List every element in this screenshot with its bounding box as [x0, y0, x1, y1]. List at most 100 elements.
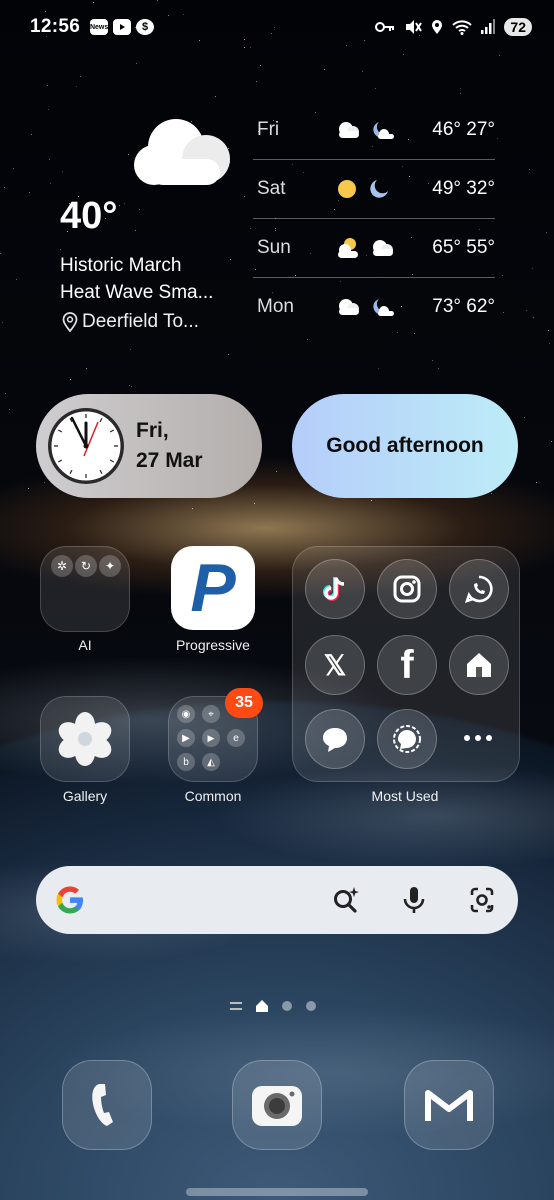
notification-icons: News $: [90, 19, 155, 35]
star: [524, 417, 526, 419]
tiktok-icon[interactable]: [305, 559, 365, 619]
menu-lines-icon: [230, 1002, 242, 1010]
star: [47, 109, 49, 111]
whatsapp-icon[interactable]: [449, 559, 509, 619]
ai-search-icon[interactable]: [328, 882, 364, 918]
star: [548, 330, 550, 332]
star: [131, 386, 133, 388]
star: [460, 87, 462, 89]
battery-level: 72: [504, 18, 532, 36]
star: [123, 202, 125, 204]
facebook-icon[interactable]: f: [377, 635, 437, 695]
youtube-icon: ▶: [202, 729, 220, 747]
camera-app-icon[interactable]: [232, 1060, 322, 1150]
star: [536, 481, 538, 483]
star: [548, 342, 550, 344]
forecast-temps: 65° 55°: [432, 237, 495, 258]
clock-date: Fri, 27 Mar: [136, 416, 203, 476]
star: [532, 316, 534, 318]
star: [249, 228, 251, 230]
google-lens-icon[interactable]: [464, 882, 500, 918]
star: [45, 10, 47, 12]
forecast-day: Sun: [257, 237, 291, 258]
star: [249, 46, 251, 48]
star: [276, 471, 278, 473]
cloud-icon: [339, 299, 359, 315]
location-icon: [432, 20, 443, 34]
gallery-app-icon[interactable]: [40, 696, 130, 782]
star: [119, 204, 121, 206]
drive-icon: ◭: [202, 753, 220, 771]
star: [307, 339, 309, 341]
star: [128, 384, 130, 386]
x-twitter-icon[interactable]: 𝕏: [305, 635, 365, 695]
status-bar: 12:56 News $ 72: [30, 14, 532, 40]
star: [49, 183, 51, 185]
ai-folder[interactable]: ✲ ↻ ✦: [40, 546, 130, 632]
star: [79, 76, 81, 78]
cloud-icon: [373, 240, 393, 256]
star: [135, 230, 137, 232]
chatgpt-icon: ✲: [51, 555, 73, 577]
system-icons: 72: [375, 18, 532, 36]
star: [324, 68, 326, 70]
progressive-app-icon[interactable]: P: [171, 546, 255, 630]
star: [403, 53, 405, 55]
dollar-notification-icon: $: [136, 19, 155, 35]
star: [253, 502, 255, 504]
star: [62, 170, 64, 172]
analog-clock-icon: [48, 408, 124, 484]
microphone-icon[interactable]: [396, 882, 432, 918]
home-app-icon[interactable]: [449, 635, 509, 695]
gmail-app-icon[interactable]: [404, 1060, 494, 1150]
star: [47, 84, 49, 86]
star: [525, 309, 527, 311]
phone-icon: [92, 1084, 113, 1126]
forecast-list: Fri 46° 27° Sat 49° 32° Sun 65° 55° Mon …: [253, 101, 495, 336]
star: [44, 481, 46, 483]
date-day: Fri,: [136, 419, 169, 442]
moon-cloud-icon: [373, 122, 394, 139]
cloud-icon: [134, 119, 230, 185]
most-used-folder[interactable]: 𝕏 f: [292, 546, 520, 782]
signal-icon: [481, 19, 496, 34]
moon-icon: [370, 180, 388, 198]
star: [244, 46, 246, 48]
signal-messenger-icon[interactable]: [377, 709, 437, 769]
star: [551, 441, 553, 443]
star: [4, 393, 6, 395]
cloud-icon: [339, 122, 359, 138]
star: [3, 187, 5, 189]
star: [70, 378, 72, 380]
gesture-home-bar[interactable]: [186, 1188, 368, 1196]
edge-icon: e: [227, 729, 245, 747]
youtube-notification-icon: [113, 19, 132, 35]
page-indicator[interactable]: [230, 1000, 316, 1012]
star: [529, 168, 531, 170]
star: [60, 248, 62, 250]
star: [135, 63, 137, 65]
gallery-flower-icon: [58, 712, 112, 766]
sparkle-icon: ✦: [99, 555, 121, 577]
instagram-icon[interactable]: [377, 559, 437, 619]
greeting-widget[interactable]: Good afternoon: [292, 394, 518, 498]
more-apps-icon[interactable]: [449, 709, 507, 767]
forecast-day: Fri: [257, 119, 280, 140]
star: [9, 408, 11, 410]
progressive-label: Progressive: [176, 637, 250, 653]
progressive-logo-icon: P: [190, 550, 236, 626]
star: [31, 133, 33, 135]
ai-folder-label: AI: [78, 637, 92, 653]
star: [28, 191, 30, 193]
weather-location: Deerfield To...: [62, 311, 199, 333]
maps-icon: ⌖: [202, 705, 220, 723]
forecast-day: Sat: [257, 178, 286, 199]
star: [371, 499, 373, 501]
google-search-bar[interactable]: [36, 866, 518, 934]
mute-icon: [406, 20, 423, 34]
forecast-row: Sun 65° 55°: [253, 219, 495, 278]
chat-bubble-icon[interactable]: [305, 709, 365, 769]
clock-widget[interactable]: Fri, 27 Mar: [36, 394, 262, 498]
phone-app-icon[interactable]: [62, 1060, 152, 1150]
most-used-label: Most Used: [371, 788, 439, 804]
